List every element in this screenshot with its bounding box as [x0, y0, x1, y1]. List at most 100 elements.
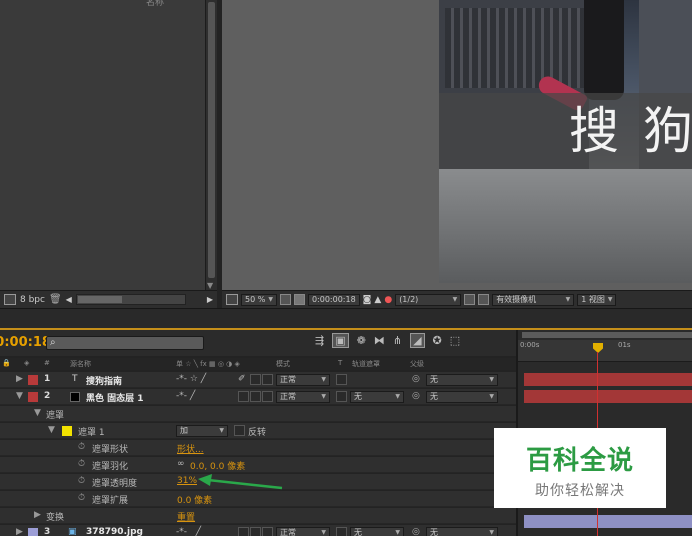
column-source-name[interactable]: 源名称 [70, 359, 91, 369]
layer-1-duration-bar[interactable] [524, 373, 692, 386]
layer-name[interactable]: 搜狗指南 [86, 374, 122, 387]
column-switches[interactable]: 单 ☆ ╲ fx ▦ ◎ ◑ ◈ [176, 359, 240, 369]
layer-2-duration-bar[interactable] [524, 390, 692, 403]
flowchart-icon[interactable] [4, 294, 16, 305]
track-matte-dropdown[interactable]: 无 ▼ [350, 391, 404, 403]
mask-row[interactable]: ▼ 遮罩 1 加 ▼ 反转 [0, 423, 516, 439]
time-ruler[interactable]: 0:00s 01s [518, 340, 692, 362]
constrain-link-icon[interactable]: ∞ [177, 459, 185, 469]
preserve-transparency-checkbox[interactable] [336, 391, 347, 402]
current-time-display[interactable]: 0:00:00:18 [0, 335, 51, 350]
project-scrollbar[interactable]: ▼ [205, 0, 217, 292]
switch-box[interactable] [250, 391, 261, 402]
switch-box[interactable] [250, 374, 261, 385]
transform-reset-link[interactable]: 重置 [177, 510, 195, 523]
stopwatch-icon[interactable]: ⏱ [78, 442, 85, 452]
switch-box[interactable] [238, 391, 249, 402]
scroll-right-icon[interactable]: ▶ [207, 295, 213, 304]
mask-visibility-icon[interactable] [293, 294, 305, 305]
pick-whip-icon[interactable]: ◎ [412, 527, 420, 536]
expand-arrow-icon[interactable]: ▶ [16, 527, 23, 536]
column-parent[interactable]: 父级 [410, 359, 424, 369]
switch-box[interactable] [262, 527, 273, 536]
stopwatch-icon[interactable]: ⏱ [78, 476, 85, 486]
scroll-down-icon[interactable]: ▼ [207, 281, 213, 290]
layer-3-duration-bar[interactable] [524, 515, 692, 528]
layer-switches[interactable]: -*- ╱ [176, 527, 201, 536]
mode-dropdown[interactable]: 正常 ▼ [276, 391, 330, 403]
stopwatch-icon[interactable]: ⏱ [78, 459, 85, 469]
layer-row-2[interactable]: ▼ 2 黑色 固态层 1 -*- ╱ 正常 ▼ 无 ▼ ◎ 无 ▼ [0, 389, 516, 405]
trash-icon[interactable]: 🗑 [49, 294, 62, 305]
parent-dropdown[interactable]: 无 ▼ [426, 527, 498, 536]
column-mode[interactable]: 模式 [276, 359, 290, 369]
mode-dropdown[interactable]: 正常 ▼ [276, 527, 330, 536]
layer-switches[interactable]: -*- ╱ [176, 391, 195, 401]
scrollbar-thumb[interactable] [208, 2, 215, 278]
project-horizontal-scrollbar[interactable] [75, 294, 186, 305]
switch-box[interactable] [238, 527, 249, 536]
scroll-left-icon[interactable]: ◀ [66, 295, 72, 304]
grid-icon[interactable] [279, 294, 291, 305]
lock-icon[interactable]: 🔒 [2, 359, 11, 367]
layer-color-swatch[interactable] [28, 528, 38, 536]
mask-feather-value[interactable]: 0.0, 0.0 像素 [190, 459, 245, 472]
layer-name[interactable]: 378790.jpg [86, 527, 143, 536]
shy-layers-icon[interactable]: ❁ [357, 334, 366, 347]
switch-box[interactable] [250, 527, 261, 536]
parent-dropdown[interactable]: 无 ▼ [426, 374, 498, 386]
pick-whip-icon[interactable]: ◎ [412, 391, 420, 401]
mask-path-row[interactable]: ⏱ 遮罩形状 形状... [0, 440, 516, 456]
camera-snapshot-icon[interactable]: ◙ [363, 295, 372, 305]
composition-frame[interactable]: 搜 狗 [439, 0, 692, 283]
view-layout-dropdown[interactable]: 1 视图 ▼ [577, 293, 617, 306]
region-of-interest-icon[interactable] [464, 294, 476, 305]
track-matte-dropdown[interactable]: 无 ▼ [350, 527, 404, 536]
mask-feather-row[interactable]: ⏱ 遮罩羽化 ∞ 0.0, 0.0 像素 [0, 457, 516, 473]
layer-search-input[interactable]: ⌕ [46, 336, 204, 350]
collapse-arrow-icon[interactable]: ▼ [48, 425, 55, 435]
graph-editor-icon[interactable]: ◢ [410, 333, 425, 348]
frame-blending-icon[interactable]: ⧓ [374, 334, 385, 347]
preserve-transparency-checkbox[interactable] [336, 527, 347, 536]
show-snapshot-icon[interactable]: ▲ [374, 295, 381, 305]
color-channel-icon[interactable]: ● [384, 295, 392, 305]
invert-checkbox[interactable] [234, 425, 245, 436]
motion-blur-icon[interactable]: ⋔ [393, 334, 402, 347]
mask-expansion-value[interactable]: 0.0 像素 [177, 493, 212, 506]
layer-row-1[interactable]: ▶ 1 T 搜狗指南 -*- ☆ ╱ ✐ 正常 ▼ ◎ 无 ▼ [0, 372, 516, 388]
resolution-dropdown[interactable]: (1/2) ▼ [395, 293, 462, 306]
bpc-label[interactable]: 8 bpc [20, 295, 45, 305]
timecode-field[interactable]: 0:00:00:18 [307, 293, 360, 306]
always-preview-icon[interactable] [226, 294, 238, 305]
project-column-header[interactable]: 名称 [146, 0, 164, 8]
layer-color-swatch[interactable] [28, 392, 38, 402]
transparency-grid-icon[interactable] [478, 294, 490, 305]
layer-row-3[interactable]: ▶ 3 ▣ 378790.jpg -*- ╱ 正常 ▼ 无 ▼ ◎ 无 ▼ [0, 525, 516, 536]
switch-box[interactable] [262, 391, 273, 402]
column-track-matte-t[interactable]: T [338, 359, 342, 367]
camera-dropdown[interactable]: 有效摄像机 ▼ [492, 293, 575, 306]
layer-color-swatch[interactable] [28, 375, 38, 385]
mask-color-swatch[interactable] [62, 426, 72, 436]
collapse-arrow-icon[interactable]: ▼ [16, 391, 23, 401]
comp-flowchart-icon[interactable]: ⬚ [450, 334, 460, 347]
work-area-bar[interactable] [522, 332, 692, 338]
mini-flowchart-icon[interactable]: ⇶ [315, 334, 324, 347]
mask-group-row[interactable]: ▼ 遮罩 [0, 406, 516, 422]
brainstorm-icon[interactable]: ✪ [433, 334, 442, 347]
mask-mode-dropdown[interactable]: 加 ▼ [176, 425, 228, 437]
label-tag-icon[interactable]: ◈ [24, 359, 29, 367]
preserve-transparency-checkbox[interactable] [336, 374, 347, 385]
parent-dropdown[interactable]: 无 ▼ [426, 391, 498, 403]
mask-name[interactable]: 遮罩 1 [78, 425, 105, 438]
collapse-arrow-icon[interactable]: ▼ [34, 408, 41, 418]
column-track-matte[interactable]: 轨道遮罩 [352, 359, 380, 369]
pen-icon[interactable]: ✐ [238, 374, 246, 384]
mask-opacity-value[interactable]: 31% [177, 476, 197, 486]
zoom-dropdown[interactable]: 50 % ▼ [241, 293, 277, 306]
layer-name[interactable]: 黑色 固态层 1 [86, 391, 144, 404]
mask-path-value[interactable]: 形状... [177, 442, 204, 455]
expand-arrow-icon[interactable]: ▶ [34, 510, 41, 520]
transform-row[interactable]: ▶ 变换 重置 [0, 508, 516, 524]
